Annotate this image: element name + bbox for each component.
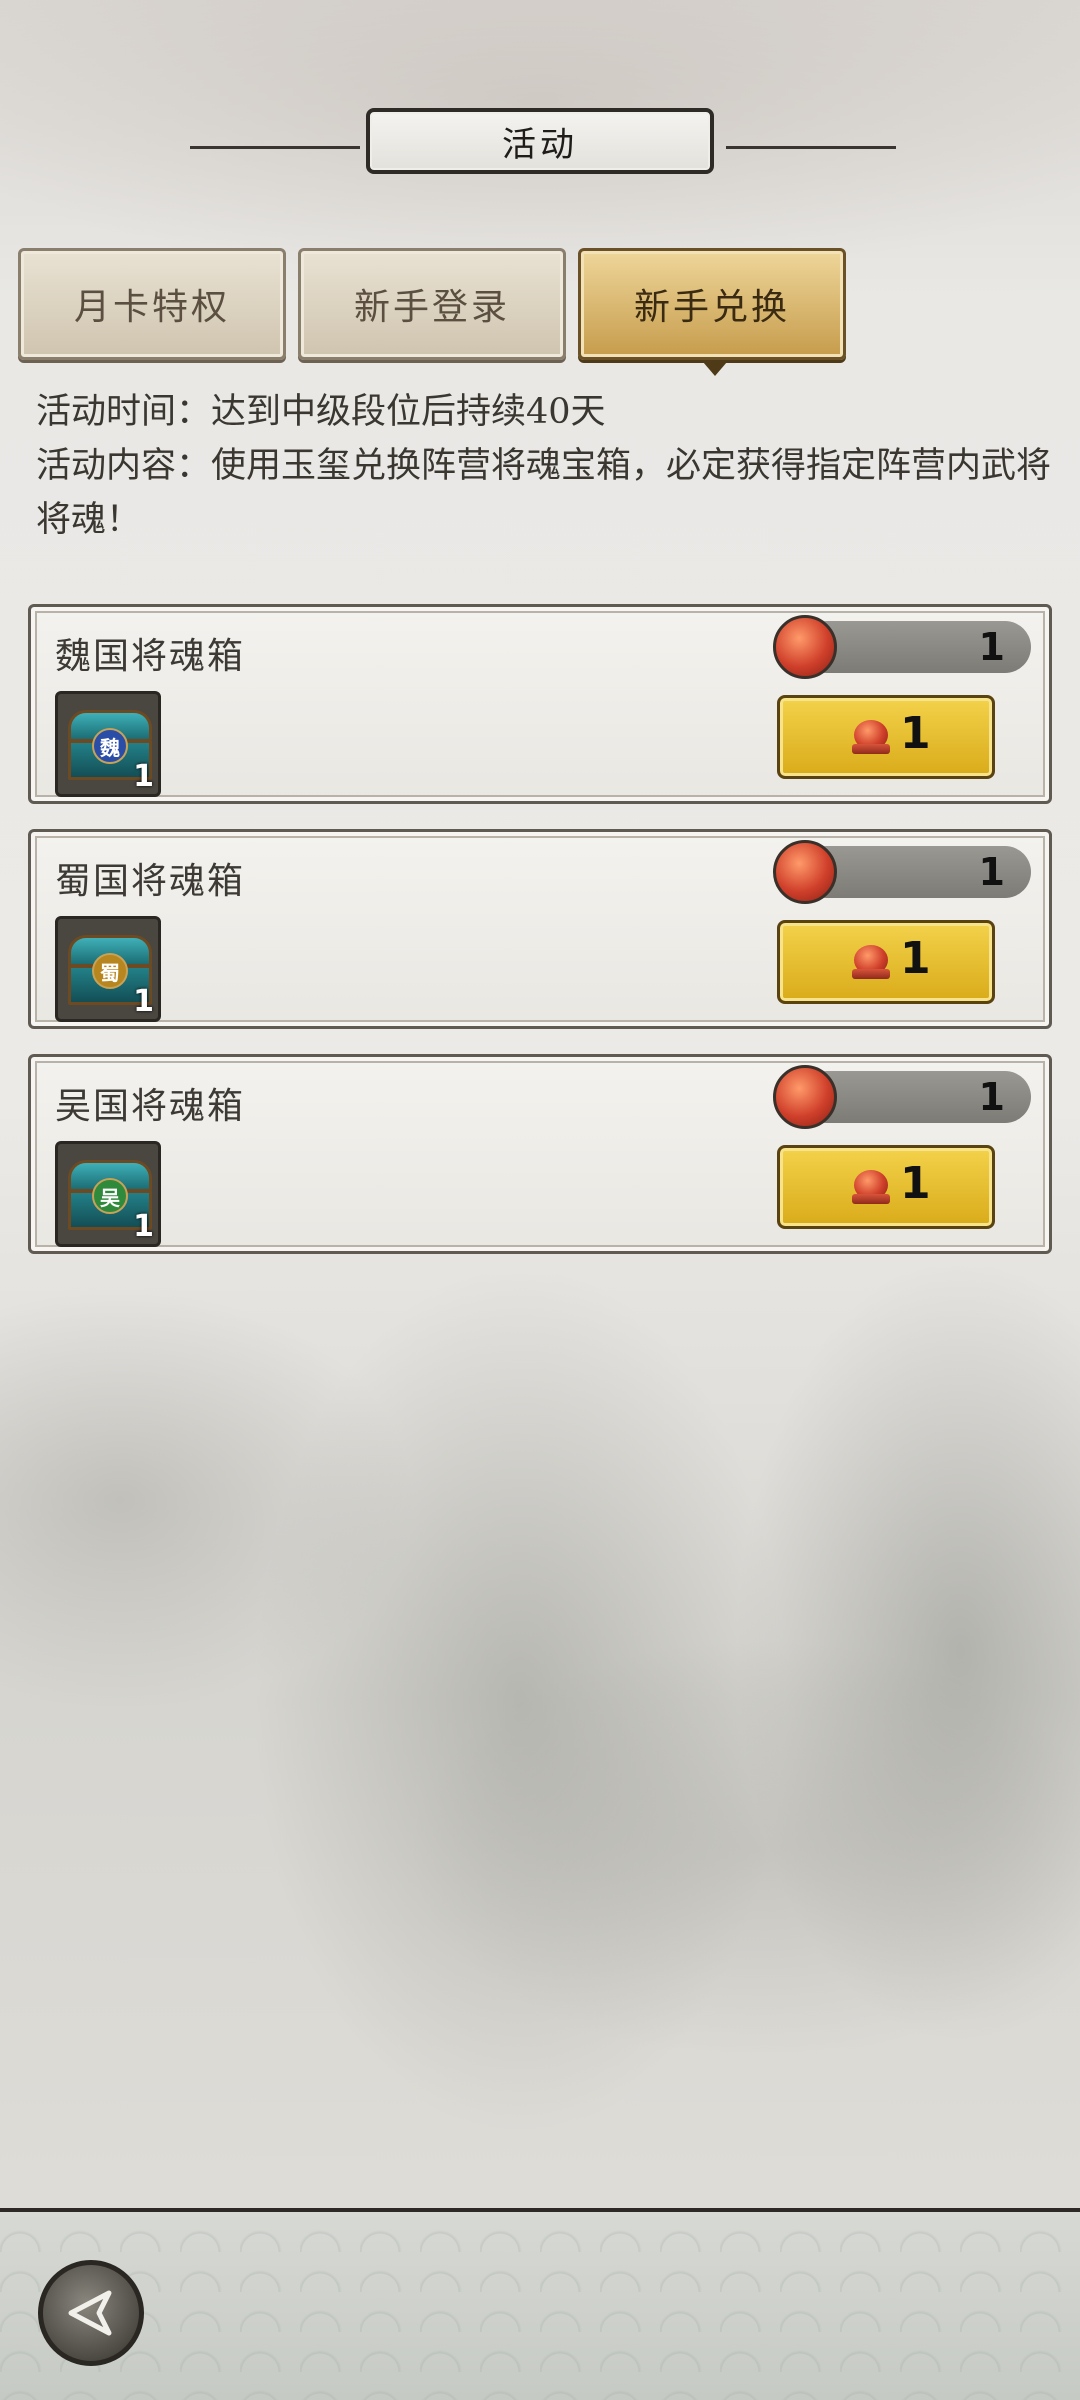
exchange-button[interactable]: 1 [777, 695, 995, 779]
activity-time: 活动时间：达到中级段位后持续40天 [36, 392, 606, 432]
bottom-bar [0, 2208, 1080, 2400]
active-tab-pointer [703, 362, 727, 376]
exchange-cost: 1 [900, 708, 931, 759]
item-count: 1 [133, 759, 154, 794]
card-title: 吴国将魂箱 [55, 1086, 246, 1127]
title-divider-right [726, 146, 896, 149]
jade-seal-icon [773, 1065, 837, 1129]
activity-description: 活动时间：达到中级段位后持续40天 活动内容：使用玉玺兑换阵营将魂宝箱，必定获得… [36, 385, 1056, 547]
title-divider-left [190, 146, 360, 149]
activity-content: 活动内容：使用玉玺兑换阵营将魂宝箱，必定获得指定阵营内武将将魂！ [36, 446, 1052, 540]
jade-seal-icon [773, 840, 837, 904]
owned-seal-count: 1 [978, 850, 1005, 894]
exchange-button[interactable]: 1 [777, 920, 995, 1004]
card-title: 蜀国将魂箱 [55, 861, 246, 902]
owned-seal-count: 1 [978, 1075, 1005, 1119]
exchange-card-wei: 魏国将魂箱 魏 1 1 1 [28, 604, 1052, 804]
item-count: 1 [133, 984, 154, 1019]
back-arrow-icon [68, 2290, 112, 2336]
faction-emblem: 魏 [92, 728, 128, 764]
exchange-cost: 1 [900, 933, 931, 984]
tab-monthly-card[interactable]: 月卡特权 [18, 248, 286, 360]
exchange-cost: 1 [900, 1158, 931, 1209]
exchange-card-wu: 吴国将魂箱 吴 1 1 1 [28, 1054, 1052, 1254]
owned-seal-count: 1 [978, 625, 1005, 669]
reward-item-slot[interactable]: 蜀 1 [55, 916, 161, 1022]
faction-emblem: 蜀 [92, 953, 128, 989]
page-title: 活动 [366, 108, 714, 174]
exchange-button[interactable]: 1 [777, 1145, 995, 1229]
tab-newbie-login[interactable]: 新手登录 [298, 248, 566, 360]
jade-seal-icon [773, 615, 837, 679]
item-count: 1 [133, 1209, 154, 1244]
back-button[interactable] [38, 2260, 144, 2366]
reward-item-slot[interactable]: 魏 1 [55, 691, 161, 797]
exchange-card-shu: 蜀国将魂箱 蜀 1 1 1 [28, 829, 1052, 1029]
reward-item-slot[interactable]: 吴 1 [55, 1141, 161, 1247]
tab-newbie-exchange[interactable]: 新手兑换 [578, 248, 846, 360]
card-title: 魏国将魂箱 [55, 636, 246, 677]
faction-emblem: 吴 [92, 1178, 128, 1214]
